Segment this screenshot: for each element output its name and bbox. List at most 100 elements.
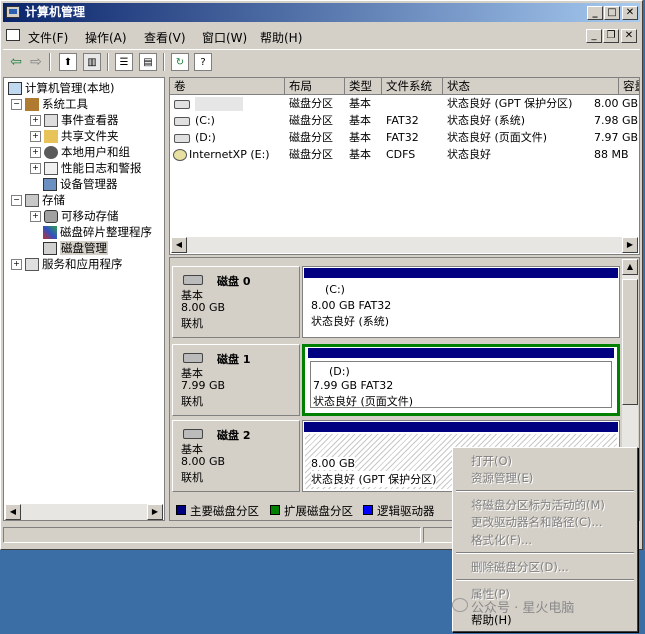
status-pane xyxy=(3,527,421,543)
volume-type: 基本 xyxy=(349,97,371,110)
users-icon xyxy=(44,146,58,159)
disk-icon xyxy=(183,275,203,285)
menu-delete-partition[interactable]: 删除磁盘分区(D)... xyxy=(471,559,569,575)
menu-help[interactable]: 帮助(H) xyxy=(260,29,302,46)
tree-defrag[interactable]: 磁盘碎片整理程序 xyxy=(43,224,152,240)
menu-separator xyxy=(456,552,634,554)
up-folder-icon[interactable]: ⬆ xyxy=(59,53,77,71)
mdi-close-button[interactable]: ✕ xyxy=(621,29,637,43)
console-tree: 计算机管理(本地) − 系统工具 + 事件查看器 + 共享文件夹 + 本地用户和组 + 性… xyxy=(3,77,165,521)
help-topic-icon[interactable]: ? xyxy=(194,53,212,71)
disk-0-info[interactable]: 磁盘 0 基本 8.00 GB 联机 xyxy=(172,266,300,338)
collapse-icon[interactable]: − xyxy=(11,195,22,206)
table-row[interactable]: InternetXP (E:) 磁盘分区 基本 CDFS 状态良好 88 MB xyxy=(170,146,639,163)
volume-name: InternetXP (E:) xyxy=(170,146,270,163)
expand-icon[interactable]: + xyxy=(30,163,41,174)
table-row[interactable]: (C:) 磁盘分区 基本 FAT32 状态良好 (系统) 7.98 GB xyxy=(170,112,639,129)
table-row[interactable]: 磁盘分区 基本 状态良好 (GPT 保护分区) 8.00 GB xyxy=(170,95,639,112)
menu-mark-active[interactable]: 将磁盘分区标为活动的(M) xyxy=(471,497,605,513)
menu-bar: 文件(F) 操作(A) 查看(V) 窗口(W) 帮助(H) _ ❐ ✕ xyxy=(3,25,640,47)
forward-arrow-icon[interactable]: ⇨ xyxy=(27,53,45,71)
tree-local-users[interactable]: + 本地用户和组 xyxy=(30,144,130,160)
device-manager-icon xyxy=(43,178,57,191)
col-capacity[interactable]: 容量 xyxy=(619,78,639,95)
expand-icon[interactable]: + xyxy=(30,131,41,142)
expand-icon[interactable]: + xyxy=(30,147,41,158)
scroll-left-icon[interactable]: ◀ xyxy=(171,237,187,253)
volume-name: (C:) xyxy=(170,112,215,129)
perf-log-icon xyxy=(44,162,58,175)
primary-partition-bar xyxy=(308,348,614,358)
menu-window[interactable]: 窗口(W) xyxy=(202,29,247,46)
volume-filesystem: CDFS xyxy=(386,148,416,161)
menu-format[interactable]: 格式化(F)... xyxy=(471,532,532,548)
app-icon xyxy=(6,6,20,18)
disk-state: 联机 xyxy=(181,317,203,330)
disk-name: 磁盘 2 xyxy=(217,429,251,442)
mdi-restore-button[interactable]: ❐ xyxy=(603,29,619,43)
scroll-thumb[interactable] xyxy=(622,279,638,405)
refresh-icon[interactable]: ↻ xyxy=(171,53,189,71)
col-layout[interactable]: 布局 xyxy=(285,78,345,95)
scroll-left-icon[interactable]: ◀ xyxy=(5,504,21,520)
volume-list-horizontal-scrollbar[interactable]: ◀ ▶ xyxy=(171,237,638,253)
col-volume[interactable]: 卷 xyxy=(170,78,285,95)
col-filesystem[interactable]: 文件系统 xyxy=(382,78,443,95)
tree-perf-logs[interactable]: + 性能日志和警报 xyxy=(30,160,142,176)
disk-size: 8.00 GB xyxy=(181,455,226,468)
col-type[interactable]: 类型 xyxy=(345,78,382,95)
partition-status: 状态良好 (系统) xyxy=(311,315,390,328)
mdi-minimize-button[interactable]: _ xyxy=(586,29,602,43)
menu-change-drive-letter[interactable]: 更改驱动器名和路径(C)... xyxy=(471,514,602,530)
scroll-right-icon[interactable]: ▶ xyxy=(147,504,163,520)
back-arrow-icon[interactable]: ⇦ xyxy=(7,53,25,71)
show-tree-icon[interactable]: ▥ xyxy=(83,53,101,71)
menu-file[interactable]: 文件(F) xyxy=(28,29,68,46)
tree-root[interactable]: 计算机管理(本地) xyxy=(8,80,114,96)
tree-disk-management[interactable]: 磁盘管理 xyxy=(43,240,108,256)
collapse-icon[interactable]: − xyxy=(11,99,22,110)
maximize-button[interactable]: □ xyxy=(604,6,620,20)
menu-action[interactable]: 操作(A) xyxy=(85,29,127,46)
tree-shared-folders[interactable]: + 共享文件夹 xyxy=(30,128,119,144)
table-row[interactable]: (D:) 磁盘分区 基本 FAT32 状态良好 (页面文件) 7.97 GB xyxy=(170,129,639,146)
volume-status: 状态良好 (GPT 保护分区) xyxy=(447,97,573,110)
volume-status: 状态良好 xyxy=(447,148,491,161)
tree-services-apps[interactable]: + 服务和应用程序 xyxy=(11,256,123,272)
properties-icon[interactable]: ☰ xyxy=(115,53,133,71)
document-icon[interactable] xyxy=(6,29,20,41)
menu-view[interactable]: 查看(V) xyxy=(144,29,186,46)
expand-icon[interactable]: + xyxy=(30,211,41,222)
toolbar-separator xyxy=(163,53,165,71)
scroll-up-icon[interactable]: ▲ xyxy=(622,259,638,275)
close-button[interactable]: ✕ xyxy=(622,6,638,20)
tree-event-viewer[interactable]: + 事件查看器 xyxy=(30,112,119,128)
tree-system-tools[interactable]: − 系统工具 xyxy=(11,96,88,112)
export-list-icon[interactable]: ▤ xyxy=(139,53,157,71)
menu-separator xyxy=(456,579,634,581)
disk-1-partition-d[interactable]: (D:) 7.99 GB FAT32 状态良好 (页面文件) xyxy=(302,344,620,416)
title-bar[interactable]: 计算机管理 _ □ ✕ xyxy=(3,3,640,22)
volume-name-blank xyxy=(195,97,243,111)
volume-status: 状态良好 (系统) xyxy=(447,114,526,127)
tree-horizontal-scrollbar[interactable]: ◀ ▶ xyxy=(5,504,163,520)
tree-removable-storage[interactable]: + 可移动存储 xyxy=(30,208,119,224)
partition-status: 状态良好 (GPT 保护分区) xyxy=(311,471,437,487)
volume-type: 基本 xyxy=(349,131,371,144)
scroll-right-icon[interactable]: ▶ xyxy=(622,237,638,253)
expand-icon[interactable]: + xyxy=(30,115,41,126)
disk-2-info[interactable]: 磁盘 2 基本 8.00 GB 联机 xyxy=(172,420,300,492)
expand-icon[interactable]: + xyxy=(11,259,22,270)
tree-storage[interactable]: − 存储 xyxy=(11,192,65,208)
minimize-button[interactable]: _ xyxy=(587,6,603,20)
primary-partition-bar xyxy=(304,422,618,432)
drive-icon xyxy=(174,133,190,143)
volume-capacity: 7.97 GB xyxy=(594,131,639,144)
disk-0-partition-c[interactable]: (C:) 8.00 GB FAT32 状态良好 (系统) xyxy=(302,266,620,338)
disk-1-info[interactable]: 磁盘 1 基本 7.99 GB 联机 xyxy=(172,344,300,416)
tree-device-manager[interactable]: 设备管理器 xyxy=(43,176,118,192)
col-status[interactable]: 状态 xyxy=(443,78,619,95)
menu-separator xyxy=(456,490,634,492)
menu-open[interactable]: 打开(O) xyxy=(471,453,512,469)
menu-explore[interactable]: 资源管理(E) xyxy=(471,470,533,486)
